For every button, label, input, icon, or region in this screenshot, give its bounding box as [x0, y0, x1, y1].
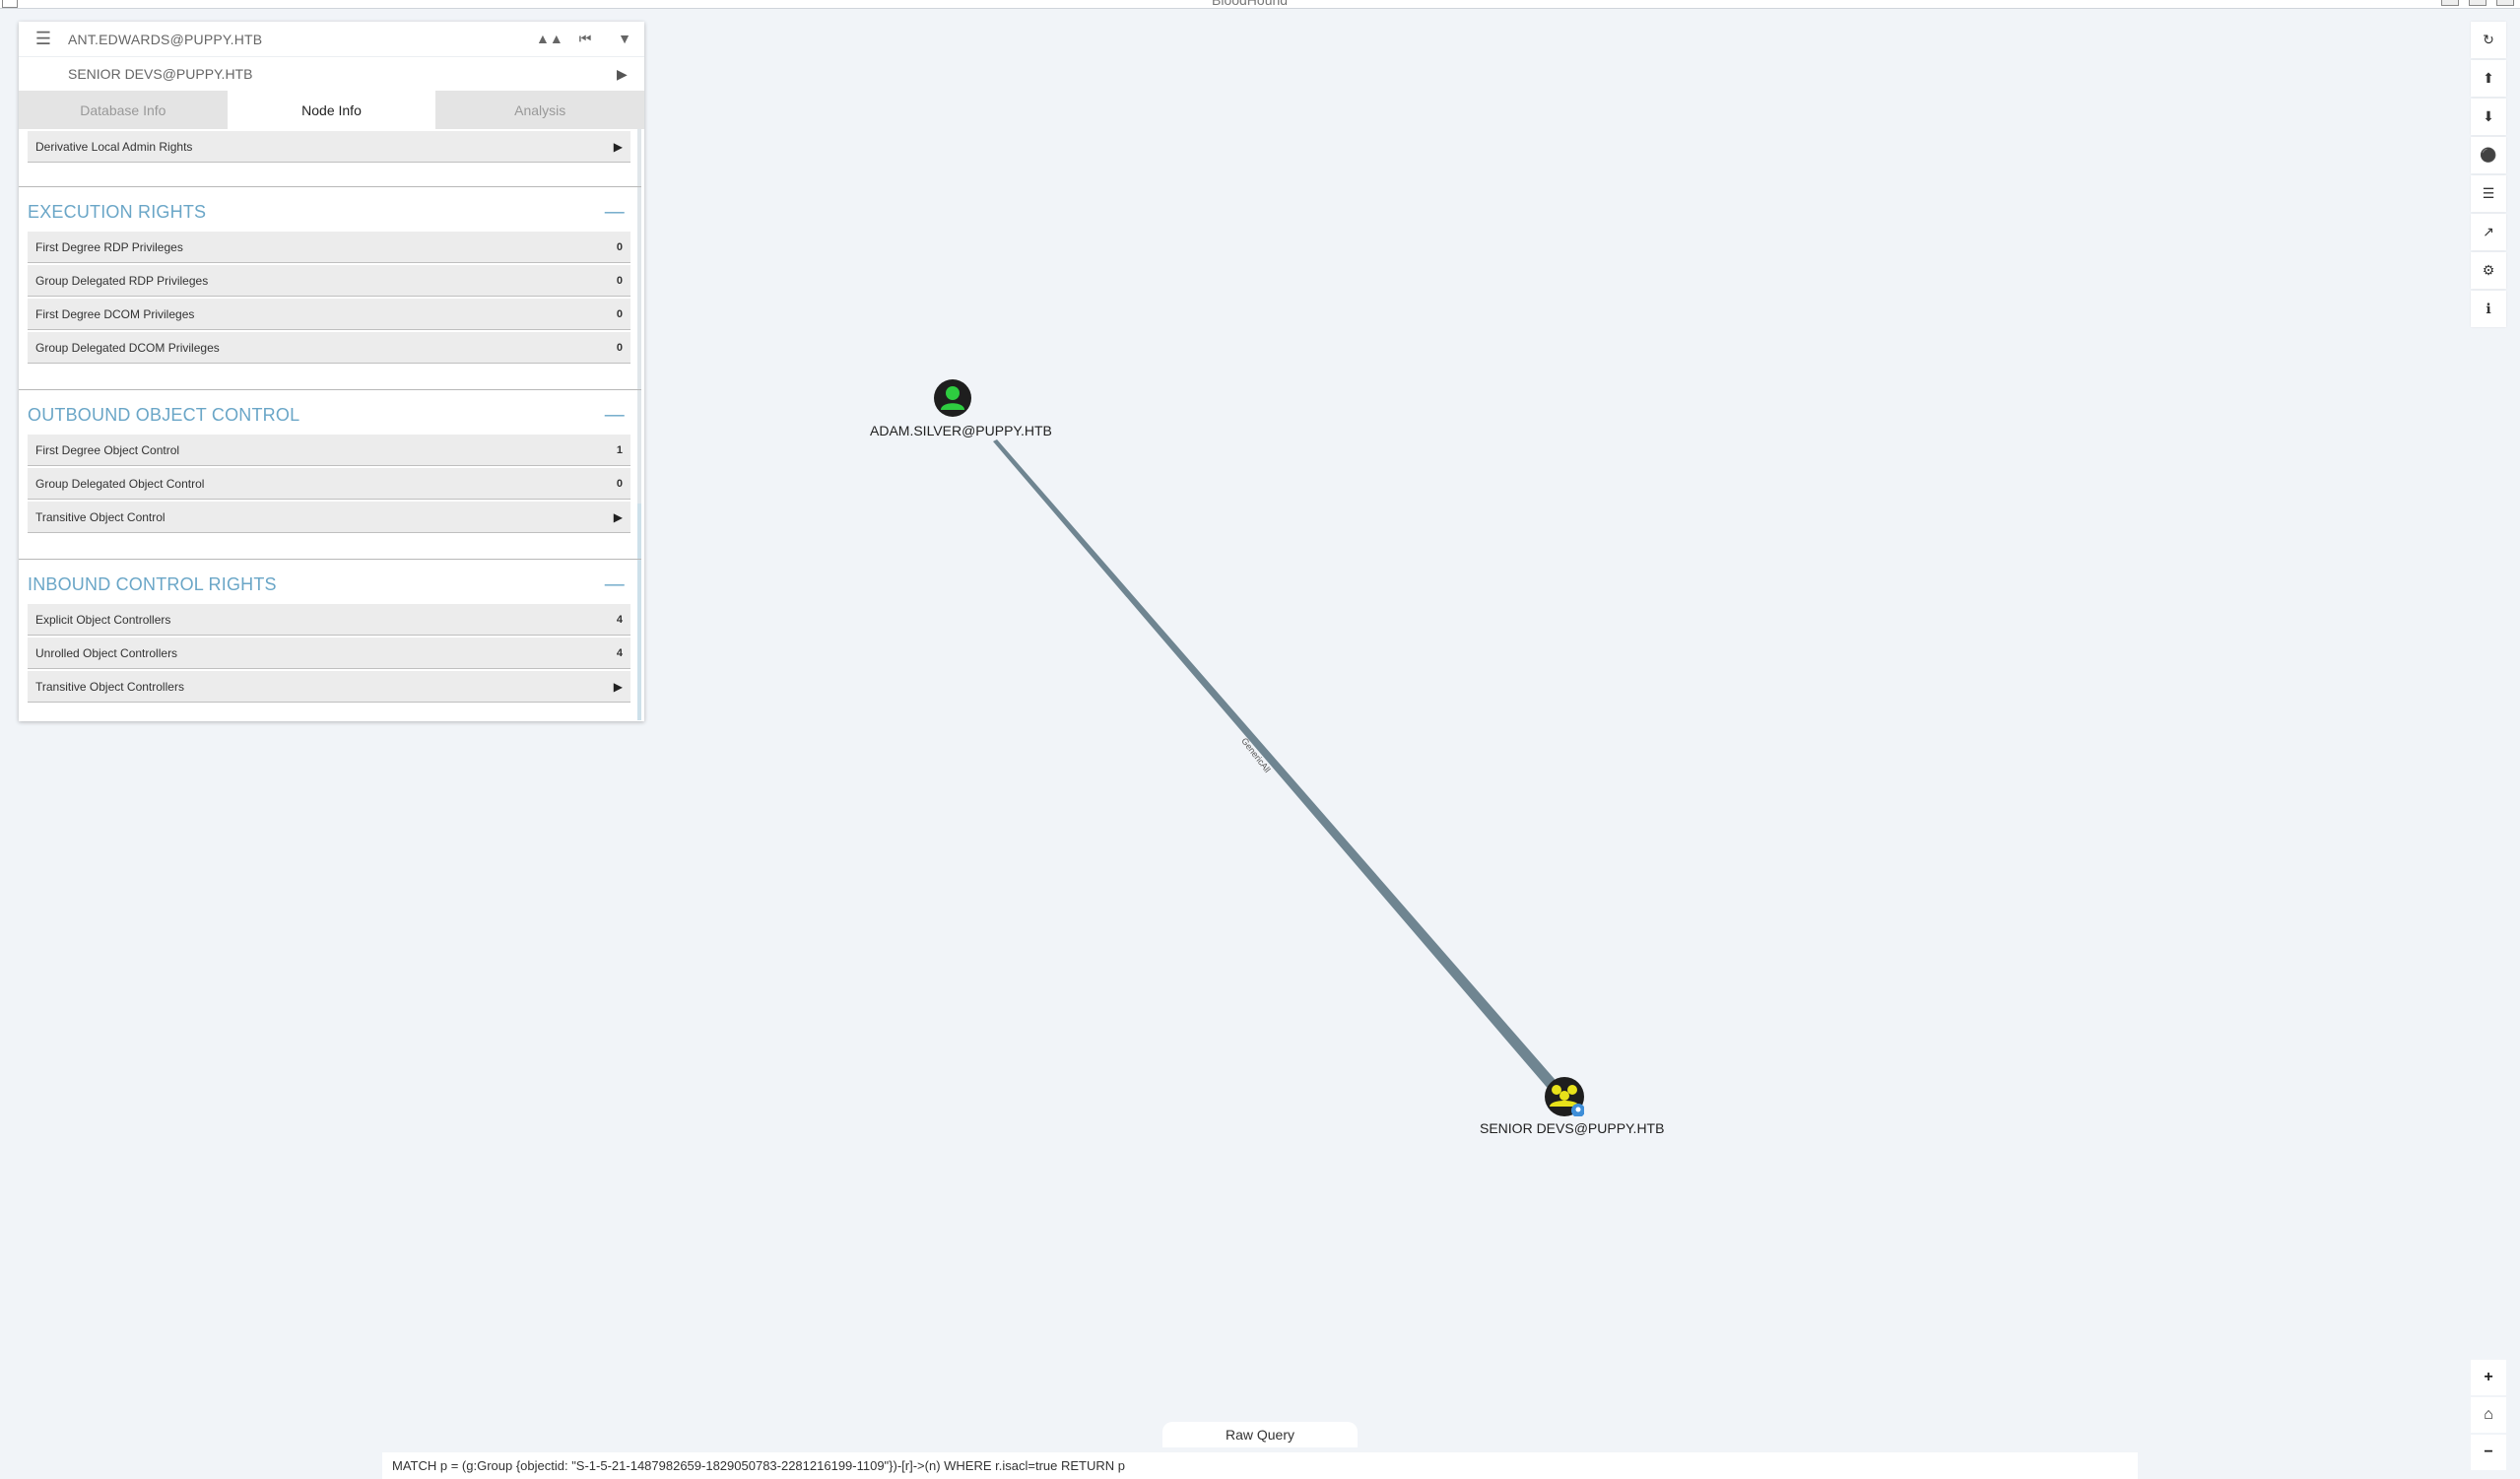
- graph-canvas[interactable]: [0, 0, 2520, 1479]
- settings-icon[interactable]: ⚙: [2471, 252, 2506, 289]
- zoom-out-icon[interactable]: −: [2471, 1435, 2506, 1470]
- export-icon[interactable]: ⬆: [2471, 60, 2506, 97]
- user-node[interactable]: [934, 379, 971, 417]
- upload-icon[interactable]: ⚫: [2471, 137, 2506, 173]
- refresh-icon[interactable]: ↻: [2471, 22, 2506, 58]
- group-node[interactable]: [1545, 1077, 1585, 1117]
- chart-icon[interactable]: ↗: [2471, 214, 2506, 250]
- user-icon: [941, 386, 964, 410]
- zoom-in-icon[interactable]: +: [2471, 1360, 2506, 1395]
- right-toolbar: ↻ ⬆ ⬇ ⚫ ☰ ↗ ⚙ ℹ: [2471, 22, 2506, 327]
- queue-icon[interactable]: ☰: [2471, 175, 2506, 212]
- edge-genericall[interactable]: [993, 439, 1560, 1092]
- import-icon[interactable]: ⬇: [2471, 99, 2506, 135]
- raw-query-input[interactable]: MATCH p = (g:Group {objectid: "S-1-5-21-…: [382, 1452, 2138, 1479]
- group-icon: [1550, 1085, 1585, 1117]
- info-icon[interactable]: ℹ: [2471, 291, 2506, 327]
- user-node-label: ADAM.SILVER@PUPPY.HTB: [870, 423, 1052, 438]
- group-node-label: SENIOR DEVS@PUPPY.HTB: [1480, 1120, 1665, 1136]
- raw-query-tab[interactable]: Raw Query: [1162, 1422, 1358, 1447]
- zoom-toolbar: + ⌂ −: [2471, 1360, 2506, 1470]
- home-icon[interactable]: ⌂: [2471, 1397, 2506, 1433]
